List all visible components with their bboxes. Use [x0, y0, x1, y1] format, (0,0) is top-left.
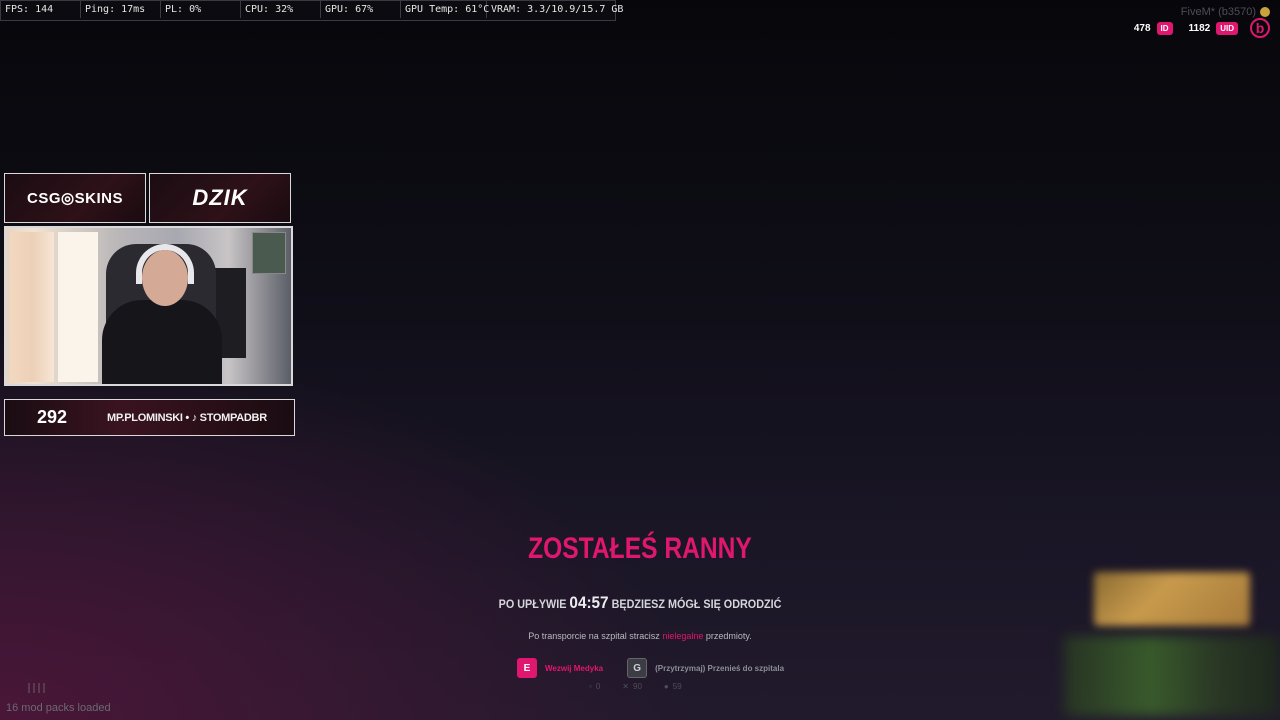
- ping-readout: Ping: 17ms: [81, 1, 161, 18]
- hospital-transfer-label[interactable]: (Przytrzymaj) Przenieś do szpitala: [655, 664, 784, 673]
- blurred-alert-widget: [1094, 572, 1250, 626]
- stat-blood: ● 59: [660, 682, 682, 691]
- webcam-poster: [252, 232, 286, 274]
- hospital-info-highlight: nielegalne: [662, 631, 704, 641]
- stream-overlay: CSG◎SKINS DZIK 292 MP.PLOMINSKI • ♪ STOM…: [4, 173, 295, 436]
- call-medic-label[interactable]: Wezwij Medyka: [545, 664, 603, 673]
- stat-medics-icon: ▫: [589, 682, 592, 691]
- sponsor-csgoskins-logo: CSG◎SKINS: [4, 173, 146, 223]
- follower-bar: 292 MP.PLOMINSKI • ♪ STOMPADBR: [4, 399, 295, 436]
- death-stats: ▫ 0 ✕ 90 ● 59: [585, 682, 682, 691]
- respawn-timer: 04:57: [569, 593, 609, 612]
- fivem-build-text: FiveM* (b3570): [1180, 6, 1256, 18]
- fivem-build-label: FiveM* (b3570): [1181, 6, 1270, 18]
- death-title: ZOSTAŁEŚ RANNY: [528, 532, 752, 565]
- social-handles: MP.PLOMINSKI • ♪ STOMPADBR: [107, 411, 267, 424]
- player-id-hud: 478 ID 1182 UID b: [1134, 18, 1270, 38]
- call-medic-key[interactable]: E: [517, 658, 537, 678]
- crossed-swords-icon: ✕: [622, 682, 629, 691]
- player-id-badge: ID: [1156, 21, 1173, 35]
- blurred-hud-widget: [1064, 636, 1280, 716]
- webcam-window-light: [58, 232, 98, 382]
- gpu-temp-readout: GPU Temp: 61°C: [401, 1, 489, 18]
- death-actions: E Wezwij Medyka G (Przytrzymaj) Przenieś…: [517, 658, 784, 678]
- sponsor-dzik-logo: DZIK: [149, 173, 291, 223]
- stat-medics: ▫ 0: [585, 682, 600, 691]
- hospital-info-prefix: Po transporcie na szpital stracisz: [528, 631, 660, 641]
- fivem-coin-icon: [1260, 7, 1270, 17]
- voice-bars-icon: [28, 683, 45, 693]
- stat-blood-value: 59: [672, 682, 682, 691]
- drop-icon: ●: [663, 682, 669, 691]
- player-uid-badge: UID: [1216, 21, 1238, 35]
- vram-readout: VRAM: 3.3/10.9/15.7 GB: [491, 4, 624, 15]
- server-logo-icon: b: [1250, 18, 1270, 38]
- player-id-value: 478: [1133, 22, 1151, 34]
- webcam-feed: [4, 226, 293, 386]
- stat-kills-value: 90: [633, 682, 642, 691]
- webcam-streamer-body: [102, 300, 222, 384]
- respawn-timer-line: PO UPŁYWIE 04:57 BĘDZIESZ MÓGŁ SIĘ ODROD…: [64, 593, 1216, 613]
- respawn-timer-prefix: PO UPŁYWIE: [498, 597, 567, 611]
- fps-readout: FPS: 144: [1, 1, 81, 18]
- sponsor-banner: CSG◎SKINS DZIK: [4, 173, 294, 223]
- hospital-transfer-key[interactable]: G: [627, 658, 648, 678]
- hospital-info-suffix: przedmioty.: [705, 631, 752, 641]
- respawn-timer-suffix: BĘDZIESZ MÓGŁ SIĘ ODRODZIĆ: [611, 597, 782, 611]
- stat-medics-value: 0: [595, 682, 601, 691]
- webcam-curtain: [10, 232, 54, 382]
- gpu-readout: GPU: 67%: [321, 1, 401, 18]
- performance-overlay: FPS: 144 Ping: 17ms PL: 0% CPU: 32% GPU:…: [0, 0, 624, 21]
- packet-loss-readout: PL: 0%: [161, 1, 241, 18]
- follower-count: 292: [37, 407, 68, 427]
- player-uid-value: 1182: [1188, 22, 1211, 34]
- stat-kills: ✕ 90: [618, 682, 642, 691]
- cpu-readout: CPU: 32%: [241, 1, 321, 18]
- mod-packs-status: 16 mod packs loaded: [6, 702, 111, 714]
